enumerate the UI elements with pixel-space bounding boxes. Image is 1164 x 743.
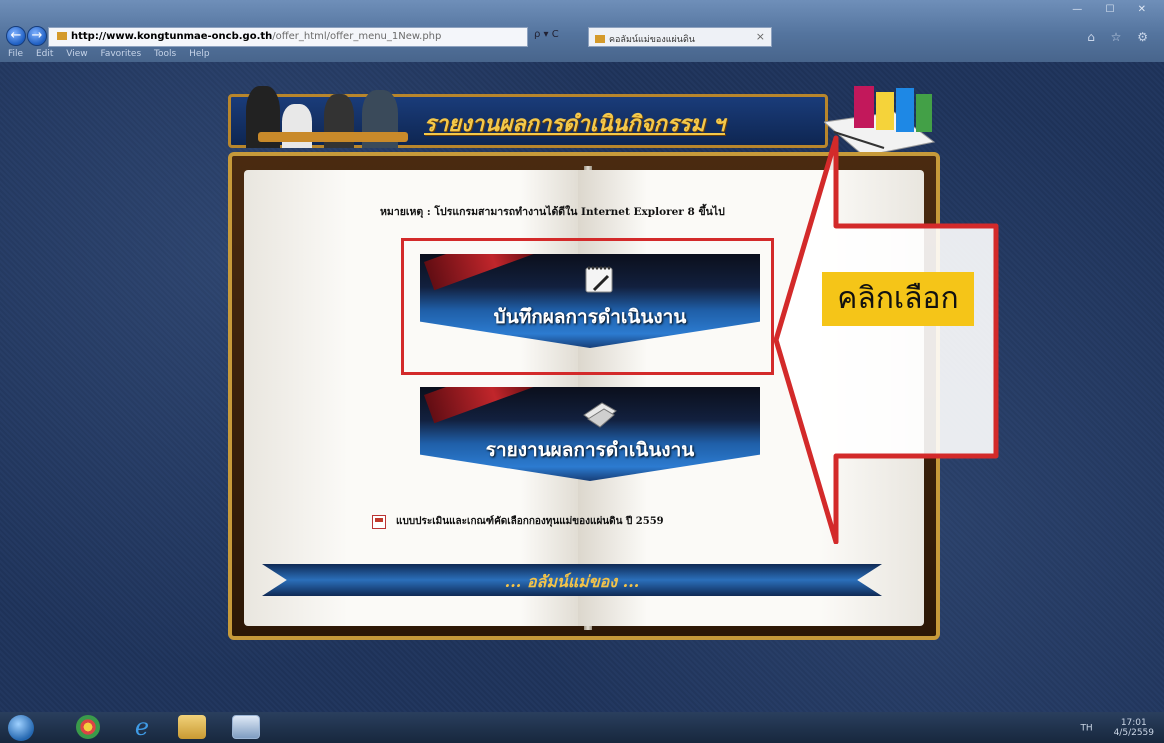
browser-note: หมายเหตุ : โปรแกรมสามารถทำงานได้ดีใน Int…	[380, 206, 725, 218]
callout-arrow-icon	[773, 135, 999, 544]
system-tray[interactable]: TH 17:01 4/5/2559	[1080, 718, 1154, 738]
tray-time: 17:01	[1120, 718, 1147, 728]
menu-file[interactable]: File	[8, 49, 23, 59]
start-button-icon[interactable]	[8, 715, 34, 741]
menu-tools[interactable]: Tools	[154, 49, 176, 59]
window-controls[interactable]: — ☐ ✕	[1072, 4, 1156, 15]
menu-favorites[interactable]: Favorites	[100, 49, 141, 59]
banner-title: รายงานผลการดำเนินกิจกรรม ฯ	[424, 111, 725, 137]
folder-icon[interactable]	[178, 715, 206, 739]
footer-ribbon: ... อลัมน์แม่ของ ...	[262, 564, 882, 596]
report-results-label: รายงานผลการดำเนินงาน	[485, 439, 695, 461]
taskbar: e TH 17:01 4/5/2559	[0, 712, 1164, 743]
chrome-icon[interactable]	[76, 715, 100, 739]
menu-view[interactable]: View	[66, 49, 87, 59]
tab-title: คอลัมน์แม่ของแผ่นดิน	[609, 35, 695, 45]
internet-explorer-icon[interactable]: e	[128, 715, 156, 739]
forward-button[interactable]: →	[27, 26, 47, 46]
pdf-icon	[372, 514, 386, 529]
pdf-link[interactable]: แบบประเมินและเกณฑ์คัดเลือกกองทุนแม่ของแผ…	[372, 514, 792, 534]
pdf-link-label: แบบประเมินและเกณฑ์คัดเลือกกองทุนแม่ของแผ…	[396, 516, 664, 527]
back-button[interactable]: ←	[6, 26, 26, 46]
tray-language[interactable]: TH	[1080, 724, 1092, 734]
address-path: /offer_html/offer_menu_1New.php	[272, 31, 442, 42]
menu-bar: File Edit View Favorites Tools Help	[8, 49, 220, 61]
documents-icon	[583, 402, 617, 428]
tray-clock[interactable]: 17:01 4/5/2559	[1114, 718, 1154, 738]
page-content: รายงานผลการดำเนินกิจกรรม ฯ หมายเหตุ : โป…	[0, 62, 1164, 712]
toolbar-icons[interactable]: ⌂ ☆ ⚙	[1087, 30, 1154, 44]
tab-close-icon[interactable]: ×	[756, 30, 765, 43]
business-people-illustration	[238, 82, 423, 148]
app-window-icon[interactable]	[232, 715, 260, 739]
tab-favicon-icon	[595, 35, 605, 43]
search-refresh-icons[interactable]: ρ ▾ C	[534, 29, 584, 45]
browser-tab[interactable]: คอลัมน์แม่ของแผ่นดิน ×	[588, 27, 772, 47]
menu-edit[interactable]: Edit	[36, 49, 53, 59]
footer-ribbon-text: ... อลัมน์แม่ของ ...	[504, 572, 640, 591]
address-bar[interactable]: http://www.kongtunmae-oncb.go.th/offer_h…	[48, 27, 528, 47]
tray-date: 4/5/2559	[1113, 728, 1154, 738]
callout-label: คลิกเลือก	[822, 272, 974, 326]
address-domain: http://www.kongtunmae-oncb.go.th	[71, 31, 273, 42]
menu-help[interactable]: Help	[189, 49, 210, 59]
site-favicon-icon	[57, 32, 67, 40]
browser-chrome: — ☐ ✕ ← → http://www.kongtunmae-oncb.go.…	[0, 0, 1164, 62]
highlight-box	[401, 238, 774, 375]
